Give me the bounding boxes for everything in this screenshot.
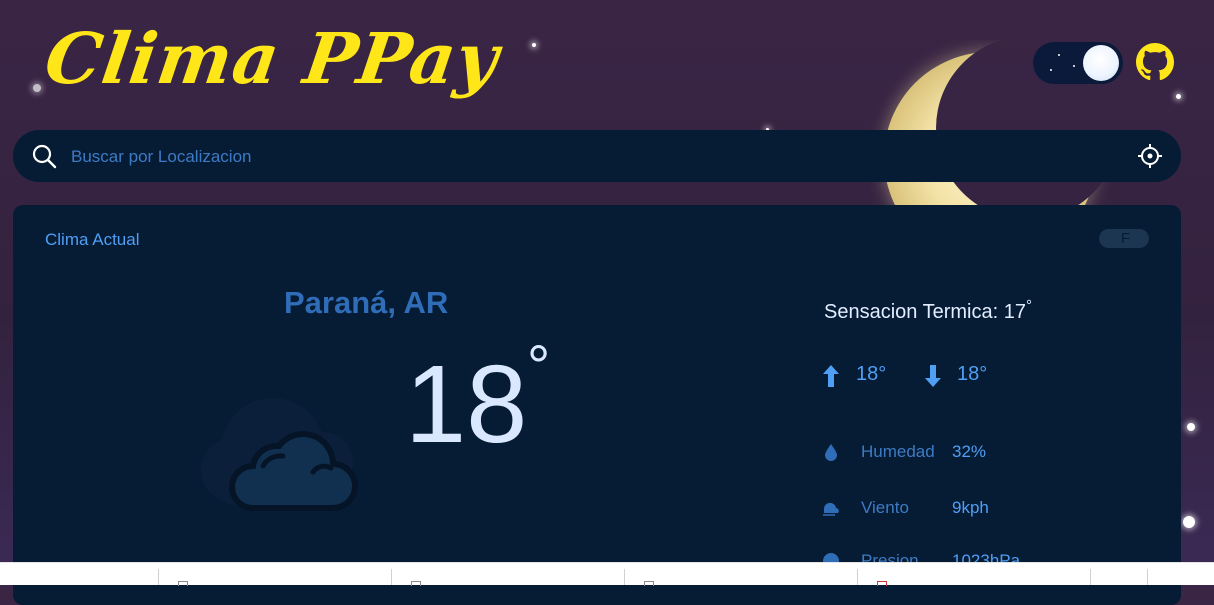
moon-knob-icon	[1083, 45, 1119, 81]
star	[1187, 423, 1195, 431]
search-icon[interactable]	[31, 143, 57, 169]
toggle-star	[1050, 69, 1052, 71]
taskbar-divider	[624, 569, 625, 585]
star	[1183, 516, 1195, 528]
current-weather-card: Clima Actual F Paraná, AR 18 ° Sensacion…	[13, 205, 1181, 605]
wind-icon	[823, 502, 839, 516]
star	[33, 84, 41, 92]
min-temperature: 18°	[957, 363, 988, 385]
wind-label: Viento	[861, 498, 909, 517]
toggle-star	[1058, 54, 1060, 56]
toggle-star	[1073, 65, 1075, 67]
github-icon[interactable]	[1136, 43, 1174, 81]
star	[532, 43, 536, 47]
taskbar	[0, 562, 1214, 586]
search-bar	[13, 130, 1181, 182]
unit-toggle[interactable]: F	[1099, 229, 1149, 248]
droplet-icon	[825, 444, 837, 461]
max-temperature: 18°	[856, 363, 887, 385]
theme-toggle[interactable]	[1033, 42, 1123, 84]
city-name: Paraná, AR	[284, 285, 449, 320]
section-label: Clima Actual	[45, 230, 140, 249]
humidity-label: Humedad	[861, 442, 935, 461]
app-title: Clima PPay	[40, 17, 505, 100]
arrow-up-icon	[823, 365, 839, 387]
crosshair-icon[interactable]	[1137, 143, 1163, 169]
current-temperature: 18	[405, 343, 528, 466]
taskbar-divider	[158, 569, 159, 585]
degree-symbol: °	[527, 334, 551, 399]
feels-like-label: Sensacion Termica: 17	[824, 301, 1026, 323]
cloudy-icon	[201, 398, 358, 511]
humidity-value: 32%	[952, 442, 987, 461]
taskbar-divider	[1147, 569, 1148, 585]
star	[1176, 94, 1181, 99]
taskbar-divider	[1090, 569, 1091, 585]
arrow-down-icon	[925, 365, 941, 387]
taskbar-divider	[391, 569, 392, 585]
feels-like-degree: °	[1025, 297, 1032, 314]
search-input[interactable]	[69, 138, 1123, 176]
taskbar-divider	[857, 569, 858, 585]
feels-like: Sensacion Termica: 17°	[824, 297, 1032, 324]
wind-value: 9kph	[952, 498, 989, 517]
